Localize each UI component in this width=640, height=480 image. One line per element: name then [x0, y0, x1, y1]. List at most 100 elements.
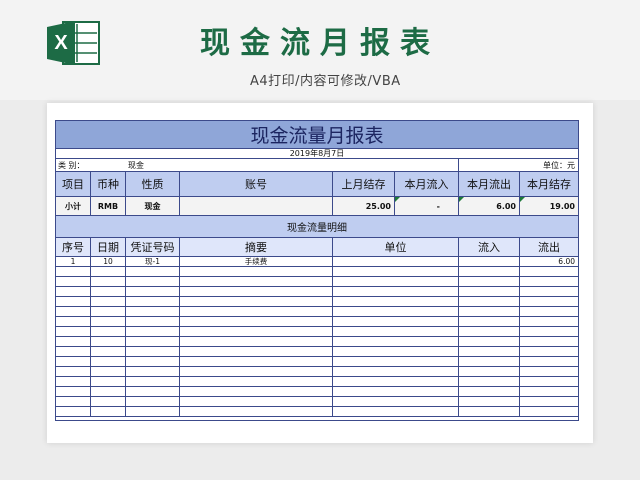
detail-col-date[interactable]: 日期 — [91, 238, 126, 257]
empty-cell[interactable] — [56, 297, 91, 307]
empty-cell[interactable] — [180, 267, 333, 277]
empty-cell[interactable] — [56, 277, 91, 287]
col-header-balance[interactable]: 本月结存 — [520, 172, 578, 197]
report-date[interactable]: 2019年8月7日 — [56, 149, 578, 159]
empty-cell[interactable] — [126, 347, 180, 357]
empty-cell[interactable] — [91, 377, 126, 387]
col-header-currency[interactable]: 币种 — [91, 172, 126, 197]
empty-cell[interactable] — [459, 367, 520, 377]
empty-cell[interactable] — [520, 367, 578, 377]
empty-cell[interactable] — [520, 337, 578, 347]
empty-cell[interactable] — [56, 327, 91, 337]
empty-cell[interactable] — [56, 367, 91, 377]
empty-cell[interactable] — [520, 347, 578, 357]
empty-cell[interactable] — [91, 327, 126, 337]
empty-cell[interactable] — [180, 307, 333, 317]
detail-col-no[interactable]: 序号 — [56, 238, 91, 257]
empty-cell[interactable] — [520, 357, 578, 367]
empty-cell[interactable] — [126, 337, 180, 347]
empty-cell[interactable] — [56, 287, 91, 297]
col-header-item[interactable]: 项目 — [56, 172, 91, 197]
empty-cell[interactable] — [56, 357, 91, 367]
summary-balance[interactable]: 19.00 — [520, 197, 578, 216]
empty-cell[interactable] — [126, 317, 180, 327]
empty-cell[interactable] — [520, 407, 578, 417]
empty-cell[interactable] — [91, 317, 126, 327]
empty-cell[interactable] — [333, 327, 459, 337]
empty-cell[interactable] — [126, 357, 180, 367]
empty-cell[interactable] — [180, 297, 333, 307]
empty-cell[interactable] — [56, 307, 91, 317]
col-header-outflow[interactable]: 本月流出 — [459, 172, 520, 197]
detail-unit[interactable] — [333, 257, 459, 267]
empty-cell[interactable] — [91, 347, 126, 357]
empty-cell[interactable] — [520, 317, 578, 327]
empty-cell[interactable] — [520, 277, 578, 287]
empty-cell[interactable] — [126, 327, 180, 337]
empty-cell[interactable] — [333, 287, 459, 297]
empty-cell[interactable] — [56, 377, 91, 387]
detail-col-outflow[interactable]: 流出 — [520, 238, 578, 257]
empty-cell[interactable] — [520, 307, 578, 317]
empty-cell[interactable] — [333, 277, 459, 287]
detail-outflow[interactable]: 6.00 — [520, 257, 578, 267]
detail-col-unit[interactable]: 单位 — [333, 238, 459, 257]
empty-cell[interactable] — [520, 377, 578, 387]
empty-cell[interactable] — [91, 287, 126, 297]
empty-cell[interactable] — [459, 337, 520, 347]
empty-cell[interactable] — [180, 337, 333, 347]
empty-cell[interactable] — [520, 287, 578, 297]
empty-cell[interactable] — [126, 267, 180, 277]
empty-cell[interactable] — [126, 287, 180, 297]
empty-cell[interactable] — [180, 407, 333, 417]
empty-cell[interactable] — [180, 397, 333, 407]
empty-cell[interactable] — [91, 267, 126, 277]
empty-cell[interactable] — [91, 407, 126, 417]
empty-cell[interactable] — [459, 287, 520, 297]
empty-cell[interactable] — [459, 357, 520, 367]
section-title[interactable]: 现金流量明细 — [56, 216, 578, 238]
empty-cell[interactable] — [459, 327, 520, 337]
empty-cell[interactable] — [126, 397, 180, 407]
empty-cell[interactable] — [91, 367, 126, 377]
empty-cell[interactable] — [56, 347, 91, 357]
empty-cell[interactable] — [56, 407, 91, 417]
empty-cell[interactable] — [91, 307, 126, 317]
empty-cell[interactable] — [180, 387, 333, 397]
empty-cell[interactable] — [91, 387, 126, 397]
empty-cell[interactable] — [333, 377, 459, 387]
empty-cell[interactable] — [180, 357, 333, 367]
col-header-inflow[interactable]: 本月流入 — [395, 172, 459, 197]
empty-cell[interactable] — [459, 397, 520, 407]
empty-cell[interactable] — [180, 347, 333, 357]
detail-no[interactable]: 1 — [56, 257, 91, 267]
empty-cell[interactable] — [520, 387, 578, 397]
empty-cell[interactable] — [459, 377, 520, 387]
col-header-account[interactable]: 账号 — [180, 172, 333, 197]
empty-cell[interactable] — [180, 277, 333, 287]
empty-cell[interactable] — [56, 397, 91, 407]
summary-last-balance[interactable]: 25.00 — [333, 197, 395, 216]
empty-cell[interactable] — [180, 317, 333, 327]
category-value[interactable]: 现金 — [126, 159, 459, 172]
empty-cell[interactable] — [520, 327, 578, 337]
empty-cell[interactable] — [459, 307, 520, 317]
empty-cell[interactable] — [520, 267, 578, 277]
empty-cell[interactable] — [333, 307, 459, 317]
summary-currency[interactable]: RMB — [91, 197, 126, 216]
empty-cell[interactable] — [126, 387, 180, 397]
empty-cell[interactable] — [126, 407, 180, 417]
empty-cell[interactable] — [333, 267, 459, 277]
empty-cell[interactable] — [459, 407, 520, 417]
empty-cell[interactable] — [91, 397, 126, 407]
empty-cell[interactable] — [91, 297, 126, 307]
empty-cell[interactable] — [333, 367, 459, 377]
empty-cell[interactable] — [56, 317, 91, 327]
empty-cell[interactable] — [126, 377, 180, 387]
empty-cell[interactable] — [56, 267, 91, 277]
empty-cell[interactable] — [459, 317, 520, 327]
empty-cell[interactable] — [333, 337, 459, 347]
empty-cell[interactable] — [126, 297, 180, 307]
summary-inflow[interactable]: - — [395, 197, 459, 216]
empty-cell[interactable] — [459, 267, 520, 277]
